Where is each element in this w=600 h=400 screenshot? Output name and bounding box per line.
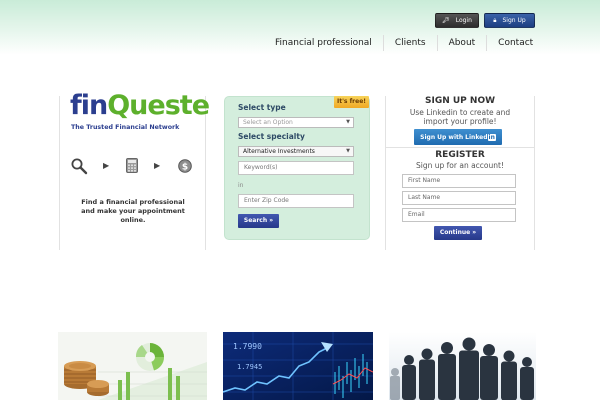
thumbnail-coins-chart[interactable]: [58, 332, 207, 400]
linkedin-signup-label: Sign Up with: [420, 133, 464, 141]
first-name-placeholder: First Name: [408, 177, 441, 184]
signup-subtitle: Use Linkedin to create and import your p…: [409, 108, 511, 126]
keyword-placeholder: Keyword(s): [244, 164, 278, 171]
email-placeholder: Email: [408, 211, 425, 218]
calculator-icon: [126, 158, 138, 177]
first-name-field[interactable]: First Name: [402, 174, 516, 188]
last-name-field[interactable]: Last Name: [402, 191, 516, 205]
arrow-right-icon: ▶︎: [103, 161, 110, 170]
signup-label: Sign Up: [502, 17, 526, 24]
continue-button[interactable]: Continue »: [434, 226, 482, 240]
signup-button[interactable]: 🔒︎ Sign Up: [484, 13, 535, 28]
key-icon: 🔑︎: [442, 16, 450, 24]
stock-ticker-1: 1.7990: [233, 342, 262, 351]
linkedin-in-badge: in: [487, 133, 496, 141]
nav-financial-professional[interactable]: Financial professional: [264, 35, 383, 51]
linkedin-signup-button[interactable]: Sign Up with Linkedin: [414, 129, 502, 145]
email-field[interactable]: Email: [402, 208, 516, 222]
type-select[interactable]: Select an Option ▼︎: [238, 117, 354, 128]
login-button[interactable]: 🔑︎ Login: [435, 13, 479, 28]
register-title: REGISTER: [435, 150, 485, 160]
specialty-select[interactable]: Alternative Investments ▼︎: [238, 146, 354, 157]
finqueste-logo[interactable]: finQueste: [70, 90, 210, 121]
select-type-label: Select type: [238, 103, 286, 112]
search-button[interactable]: Search »: [238, 214, 279, 228]
linkedin-logo-text: Linked: [465, 133, 488, 141]
arrow-right-icon: ▶︎: [154, 161, 161, 170]
dollar-coin-icon: $: [178, 158, 192, 177]
thumbnail-business-people[interactable]: [389, 332, 536, 400]
zip-code-input[interactable]: Enter Zip Code: [238, 194, 354, 208]
logo-text-fin: fin: [70, 90, 108, 121]
stock-ticker-2: 1.7945: [237, 363, 262, 371]
specialty-select-value: Alternative Investments: [243, 148, 315, 155]
main-nav: Financial professional Clients About Con…: [264, 35, 544, 51]
column-divider: [59, 96, 60, 250]
lock-icon: 🔒︎: [493, 16, 497, 24]
search-icon: [70, 157, 88, 179]
in-label: in: [238, 182, 244, 189]
type-select-value: Select an Option: [243, 119, 293, 126]
tagline: The Trusted Financial Network: [71, 124, 180, 131]
logo-text-queste: Queste: [107, 90, 210, 121]
nav-clients[interactable]: Clients: [382, 35, 437, 51]
nav-about[interactable]: About: [436, 35, 487, 51]
login-label: Login: [455, 17, 472, 24]
find-professional-text: Find a financial professional and make y…: [81, 198, 185, 224]
section-divider: [386, 147, 534, 148]
select-specialty-label: Select specialty: [238, 132, 305, 141]
svg-text:$: $: [182, 162, 188, 172]
nav-contact[interactable]: Contact: [486, 35, 544, 51]
linkedin-logo: Linkedin: [465, 133, 496, 141]
zip-code-placeholder: Enter Zip Code: [244, 197, 289, 204]
chevron-down-icon: ▼︎: [346, 148, 350, 154]
register-subtitle: Sign up for an account!: [416, 161, 504, 170]
column-divider: [534, 96, 535, 250]
signup-now-title: SIGN UP NOW: [424, 96, 496, 106]
free-badge: It's free!: [334, 96, 369, 108]
thumbnail-stock-chart[interactable]: 1.7990 1.7945: [223, 332, 373, 400]
chevron-down-icon: ▼︎: [346, 119, 350, 125]
keyword-input[interactable]: Keyword(s): [238, 161, 354, 175]
last-name-placeholder: Last Name: [408, 194, 441, 201]
